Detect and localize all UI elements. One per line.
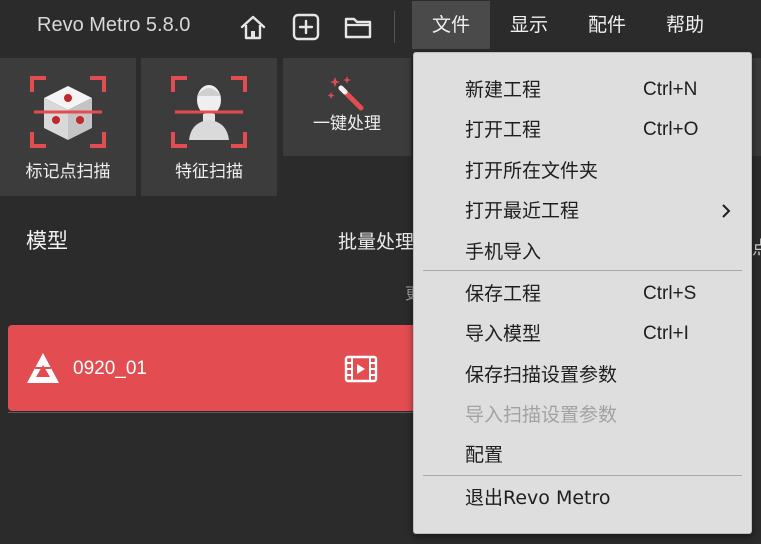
menu-item-label: 配置 — [465, 444, 504, 466]
marker-scan-label: 标记点扫描 — [25, 162, 111, 182]
menu-item-open-folder[interactable]: 打开所在文件夹 — [414, 151, 751, 191]
menu-item-phone-import[interactable]: 手机导入 — [414, 232, 751, 272]
menu-item-save-project[interactable]: 保存工程 Ctrl+S — [414, 274, 751, 314]
menu-separator — [423, 270, 742, 271]
menu-item-recent-projects[interactable]: 打开最近工程 — [414, 191, 751, 231]
menu-item-label: 导入扫描设置参数 — [465, 404, 618, 426]
menu-item-label: 新建工程 — [465, 79, 542, 101]
feature-scan-icon — [171, 76, 247, 148]
one-click-process-button[interactable]: 一键处理 — [283, 58, 411, 156]
truncated-right-label: 点 — [752, 234, 761, 260]
menu-item-settings[interactable]: 配置 — [414, 435, 751, 475]
open-folder-icon[interactable] — [343, 12, 373, 42]
magic-wand-icon — [327, 76, 364, 111]
menu-item-shortcut: Ctrl+I — [643, 323, 689, 344]
new-project-icon[interactable] — [291, 12, 321, 42]
one-click-process-label: 一键处理 — [313, 114, 381, 134]
menu-item-label: 保存扫描设置参数 — [465, 364, 618, 386]
menu-item-save-scan-settings[interactable]: 保存扫描设置参数 — [414, 355, 751, 395]
menu-item-label: 手机导入 — [465, 241, 542, 263]
model-mesh-icon — [27, 353, 59, 383]
menu-item-shortcut: Ctrl+N — [643, 79, 698, 100]
list-divider — [8, 412, 428, 413]
title-bar: Revo Metro 5.8.0 文件 显示 配件 帮助 — [0, 0, 761, 55]
menu-item-label: 打开工程 — [465, 119, 542, 141]
menu-item-exit[interactable]: 退出Revo Metro — [414, 478, 751, 518]
menu-item-new-project[interactable]: 新建工程 Ctrl+N — [414, 70, 751, 110]
menu-item-label: 打开最近工程 — [465, 200, 580, 222]
menu-item-shortcut: Ctrl+S — [643, 283, 697, 304]
batch-process-button[interactable]: 批量处理 — [338, 227, 414, 254]
file-menu-dropdown: 新建工程 Ctrl+N 打开工程 Ctrl+O 打开所在文件夹 打开最近工程 手… — [413, 52, 752, 534]
menu-item-import-model[interactable]: 导入模型 Ctrl+I — [414, 314, 751, 354]
menu-separator — [423, 475, 742, 476]
feature-scan-label: 特征扫描 — [175, 162, 243, 182]
menu-item-label: 保存工程 — [465, 283, 542, 305]
menu-item-label: 导入模型 — [465, 323, 542, 345]
menu-accessories[interactable]: 配件 — [568, 1, 646, 49]
panel-title: 模型 — [26, 229, 68, 253]
menu-help[interactable]: 帮助 — [646, 1, 724, 49]
home-icon[interactable] — [238, 12, 268, 42]
marker-scan-icon — [30, 76, 106, 148]
menu-item-import-scan-settings: 导入扫描设置参数 — [414, 395, 751, 435]
menu-item-label: 打开所在文件夹 — [465, 160, 599, 182]
menu-item-label: 退出Revo Metro — [465, 487, 611, 509]
chevron-right-icon — [722, 204, 731, 218]
menu-display[interactable]: 显示 — [490, 1, 568, 49]
marker-scan-button[interactable]: 标记点扫描 — [0, 58, 136, 196]
app-title: Revo Metro 5.8.0 — [37, 14, 191, 36]
video-icon[interactable] — [344, 355, 378, 383]
menu-item-open-project[interactable]: 打开工程 Ctrl+O — [414, 110, 751, 150]
titlebar-divider — [394, 11, 395, 43]
feature-scan-button[interactable]: 特征扫描 — [141, 58, 277, 196]
model-list-item[interactable]: 0920_01 — [8, 325, 428, 411]
menu-file[interactable]: 文件 — [412, 1, 490, 49]
menu-item-shortcut: Ctrl+O — [643, 119, 699, 140]
model-name: 0920_01 — [73, 358, 147, 379]
